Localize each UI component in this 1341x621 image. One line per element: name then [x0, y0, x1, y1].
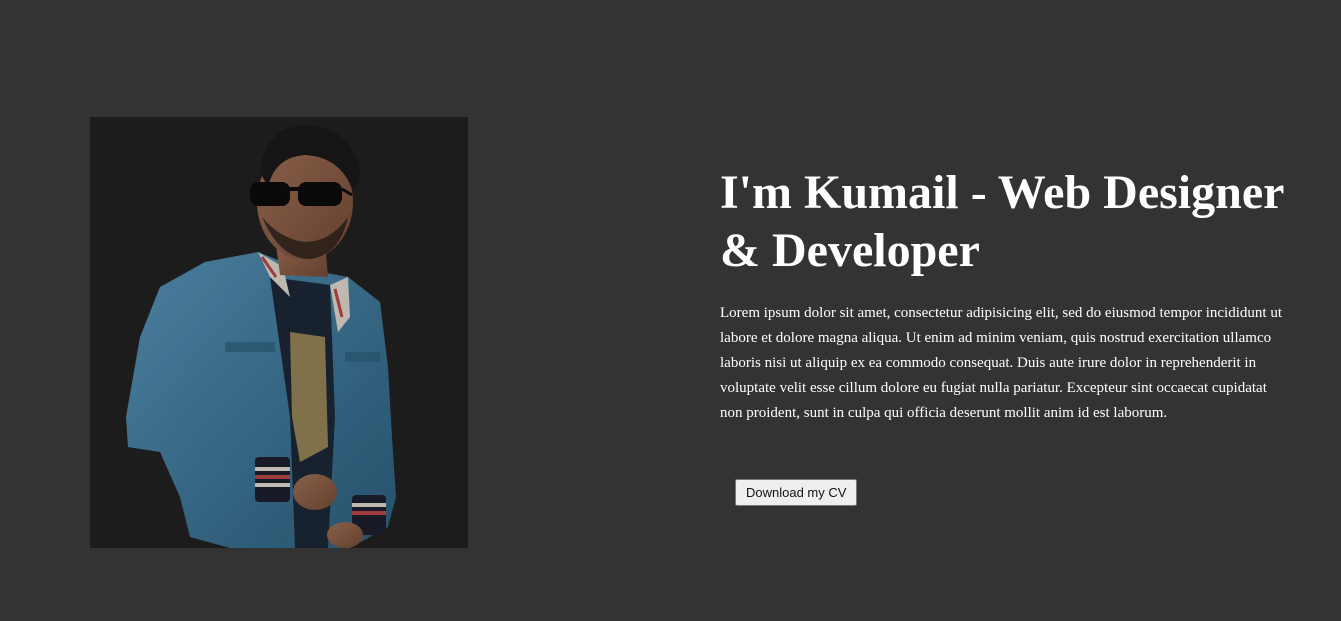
profile-photo	[90, 117, 468, 548]
page-title: I'm Kumail - Web Designer & Developer	[720, 166, 1284, 277]
intro-content: I'm Kumail - Web Designer & Developer Lo…	[720, 164, 1288, 426]
person-portrait-image	[90, 117, 468, 548]
hero-section: I'm Kumail - Web Designer & Developer Lo…	[0, 0, 1341, 621]
bio-paragraph: Lorem ipsum dolor sit amet, consectetur …	[720, 305, 1282, 421]
download-cv-button[interactable]: Download my CV	[735, 479, 858, 506]
